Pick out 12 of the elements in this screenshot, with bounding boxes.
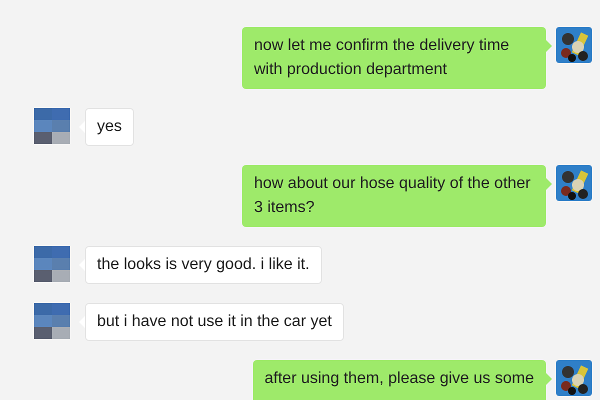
hose-avatar-icon <box>556 27 592 63</box>
message-bubble: yes <box>85 108 134 146</box>
blurred-avatar-icon <box>34 246 70 282</box>
hose-avatar-icon <box>556 360 592 396</box>
message-bubble: how about our hose quality of the other 3 items? <box>242 165 546 227</box>
hose-avatar-icon <box>556 165 592 201</box>
blurred-avatar-icon <box>34 108 70 144</box>
blurred-avatar-icon <box>34 303 70 339</box>
message-bubble: but i have not use it in the car yet <box>85 303 344 341</box>
message-bubble: the looks is very good. i like it. <box>85 246 322 284</box>
message-bubble: after using them, please give us some <box>252 360 546 400</box>
message-bubble: now let me confirm the delivery time with production department <box>242 27 546 89</box>
